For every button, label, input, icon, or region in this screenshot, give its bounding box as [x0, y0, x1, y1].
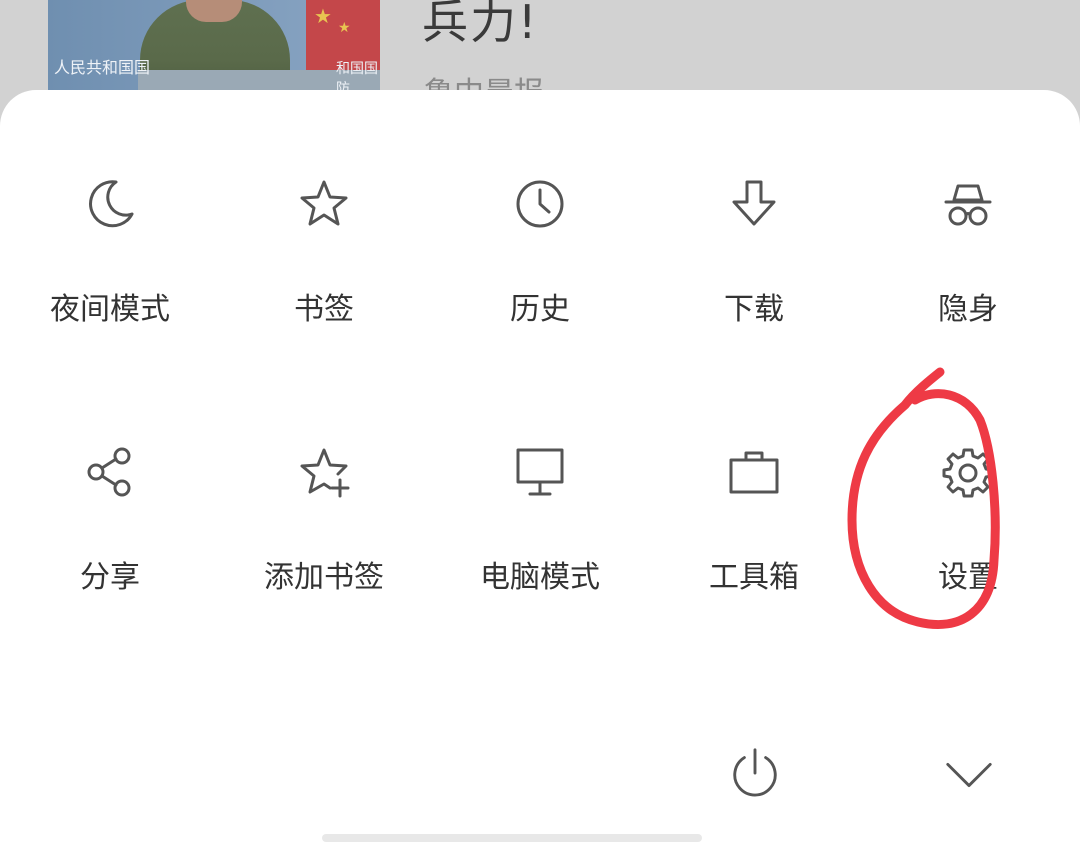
share-icon: [87, 447, 131, 497]
article-title[interactable]: 兵力!: [422, 0, 538, 52]
menu-item-bookmarks[interactable]: 书签: [224, 176, 424, 328]
menu-item-settings[interactable]: 设置: [868, 444, 1068, 596]
menu-item-label: 隐身: [938, 292, 998, 327]
menu-item-label: 添加书签: [264, 560, 384, 595]
menu-item-night-mode[interactable]: 夜间模式: [10, 176, 210, 328]
menu-item-history[interactable]: 历史: [440, 176, 640, 328]
clock-icon: [516, 180, 564, 228]
article-thumbnail: ★ ★ 人民共和国国 和国国防: [48, 0, 380, 100]
menu-item-label: 设置: [938, 560, 998, 595]
moon-icon: [89, 180, 134, 228]
menu-item-toolbox[interactable]: 工具箱: [654, 444, 854, 596]
menu-item-add-bookmark[interactable]: 添加书签: [224, 444, 424, 596]
menu-item-label: 电脑模式: [480, 560, 600, 595]
monitor-icon: [516, 448, 564, 496]
gear-icon: [942, 448, 994, 498]
menu-item-label: 书签: [294, 292, 354, 327]
power-icon[interactable]: [728, 746, 782, 800]
incognito-icon: [944, 184, 992, 226]
toolbox-icon: [729, 451, 779, 494]
menu-item-label: 工具箱: [709, 560, 799, 595]
menu-item-desktop-mode[interactable]: 电脑模式: [440, 444, 640, 596]
chevron-down-icon[interactable]: [942, 754, 996, 794]
menu-item-label: 夜间模式: [50, 292, 170, 327]
sheet-drag-handle[interactable]: [322, 834, 702, 842]
flag-star-icon: ★: [314, 4, 332, 28]
download-arrow-icon: [732, 180, 776, 226]
thumb-caption-left: 人民共和国国: [54, 58, 151, 77]
menu-item-incognito[interactable]: 隐身: [868, 176, 1068, 328]
menu-item-share[interactable]: 分享: [10, 444, 210, 596]
star-plus-icon: [300, 448, 350, 498]
menu-item-label: 下载: [724, 292, 784, 327]
menu-item-label: 分享: [80, 560, 140, 595]
menu-item-downloads[interactable]: 下载: [654, 176, 854, 328]
star-icon: [300, 180, 348, 226]
flag-star-icon: ★: [338, 20, 351, 36]
browser-menu-sheet: 夜间模式 书签 历史 下载 隐身 分享 添加书签 电脑模式 工具箱 设置: [0, 90, 1080, 860]
menu-item-label: 历史: [510, 292, 570, 327]
